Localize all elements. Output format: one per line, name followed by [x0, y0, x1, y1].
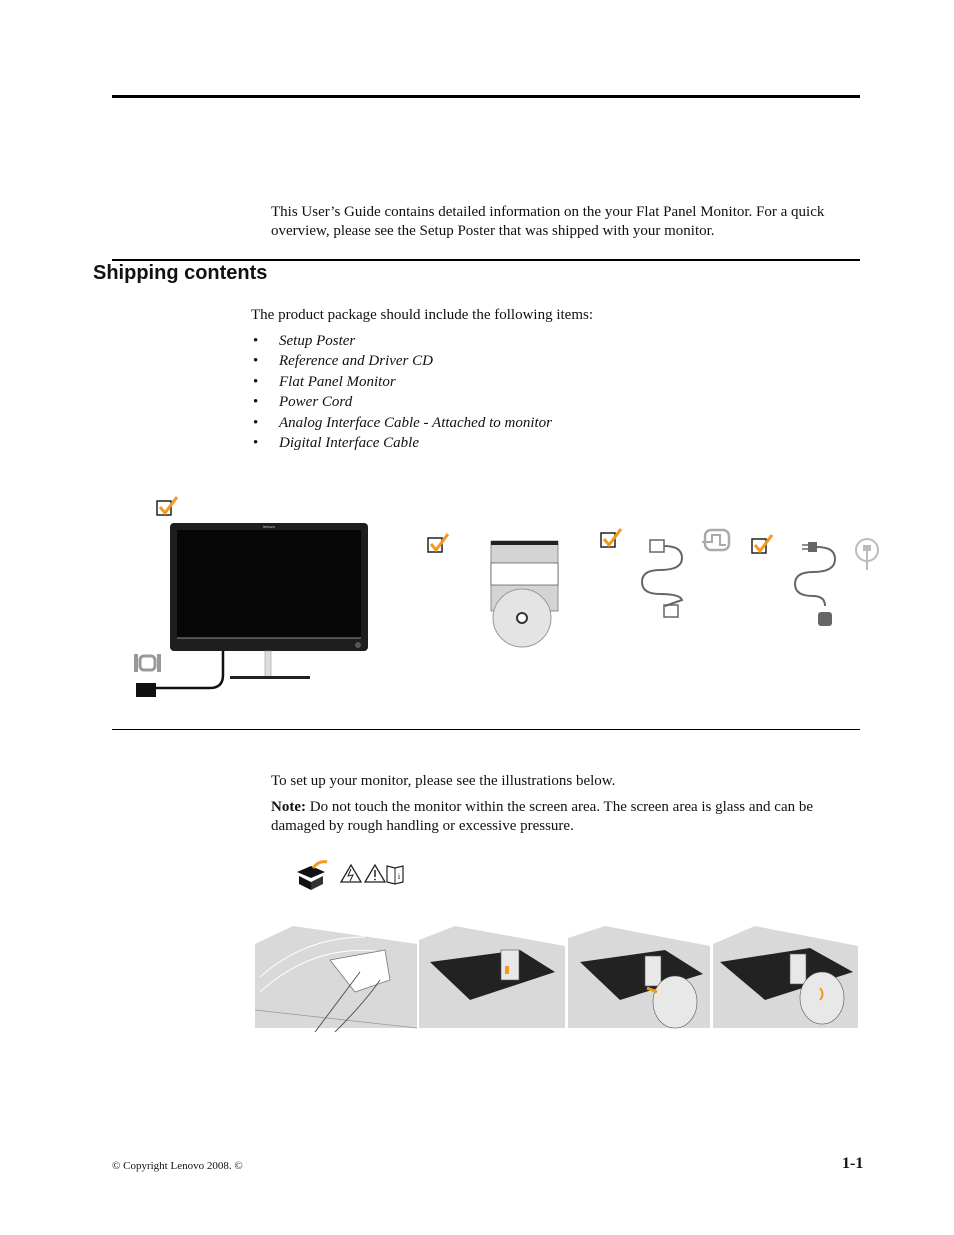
setup-steps-illustration	[255, 926, 858, 1032]
shipping-contents-illustration: lenovo	[134, 496, 879, 697]
note-label: Note:	[271, 799, 306, 815]
warning-icon	[363, 863, 387, 883]
list-item: Reference and Driver CD	[251, 351, 552, 371]
list-item: Setup Poster	[251, 331, 552, 351]
setup-instructions: To set up your monitor, please see the i…	[271, 773, 616, 789]
list-item: Flat Panel Monitor	[251, 372, 552, 392]
power-cord-icon	[793, 542, 837, 626]
list-item: Power Cord	[251, 392, 552, 412]
power-plug-icon	[855, 538, 879, 570]
section-title: Shipping contents	[93, 262, 268, 284]
contents-lead: The product package should include the f…	[251, 307, 593, 323]
safety-icons: i	[297, 860, 404, 890]
step-tighten-base	[713, 926, 858, 1028]
checkbox-icon	[156, 496, 179, 516]
step-attach-base	[568, 926, 710, 1029]
note-paragraph: Note: Do not touch the monitor within th…	[271, 798, 861, 835]
section-divider	[112, 729, 860, 730]
unpack-box-icon	[297, 860, 328, 890]
info-manual-icon: i	[386, 865, 404, 885]
checkbox-icon	[427, 533, 450, 553]
checkbox-icon	[751, 534, 774, 554]
step-place-monitor	[419, 926, 565, 1028]
copyright-footer: © Copyright Lenovo 2008. ©	[112, 1160, 243, 1172]
cd-icon	[490, 540, 559, 648]
step-clean-screen	[255, 926, 418, 1032]
monitor-logo: lenovo	[263, 524, 276, 529]
digital-port-icon	[702, 528, 731, 552]
note-text: Do not touch the monitor within the scre…	[271, 799, 814, 834]
digital-cable-icon	[640, 539, 684, 618]
checkbox-icon	[600, 528, 623, 548]
monitor-icon: lenovo	[136, 523, 368, 697]
section-rule	[112, 259, 860, 261]
contents-list: Setup Poster Reference and Driver CD Fla…	[251, 331, 552, 453]
svg-text:i: i	[398, 872, 401, 881]
electric-warning-icon	[339, 863, 363, 883]
list-item: Digital Interface Cable	[251, 433, 552, 453]
analog-port-icon	[134, 654, 161, 672]
page-number: 1-1	[842, 1155, 864, 1172]
list-item: Analog Interface Cable - Attached to mon…	[251, 413, 552, 433]
intro-paragraph: This User’s Guide contains detailed info…	[271, 204, 825, 239]
top-rule	[112, 95, 860, 98]
